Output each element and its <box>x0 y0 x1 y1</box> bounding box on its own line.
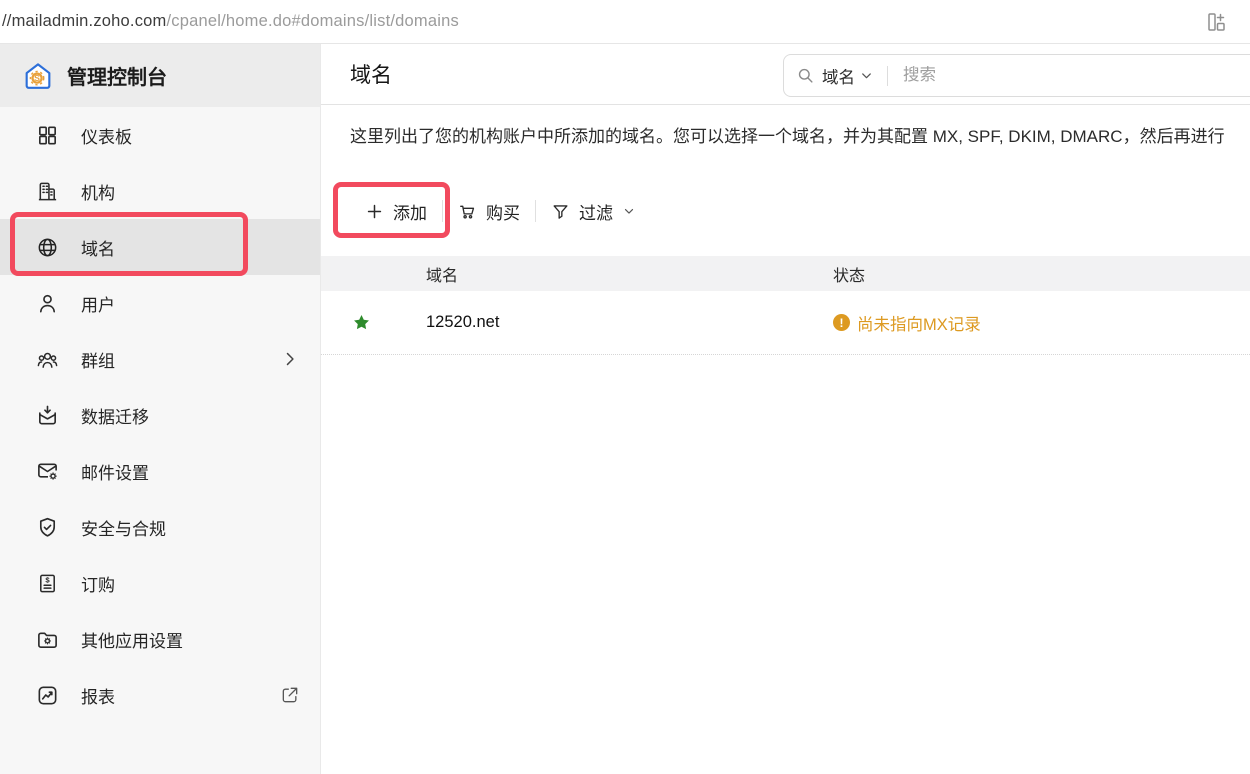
svg-text:$: $ <box>45 575 50 584</box>
sidebar-header[interactable]: S 管理控制台 <box>0 44 320 107</box>
sidebar-item-label: 邮件设置 <box>81 459 149 484</box>
sidebar-item-other-app-settings[interactable]: 其他应用设置 <box>0 611 320 667</box>
sidebar-title: 管理控制台 <box>67 61 167 90</box>
sidebar-item-users[interactable]: 用户 <box>0 275 320 331</box>
invoice-icon: $ <box>36 572 59 595</box>
table-row[interactable]: 12520.net 尚未指向MX记录 <box>321 291 1250 355</box>
sidebar-nav: 仪表板 机构 域名 用户 <box>0 107 320 723</box>
sidebar: S 管理控制台 仪表板 机构 域名 <box>0 44 321 774</box>
svg-text:S: S <box>34 73 40 83</box>
domain-column-header: 域名 <box>426 262 833 286</box>
shield-check-icon <box>36 516 59 539</box>
sidebar-item-label: 用户 <box>81 291 115 316</box>
add-button-label: 添加 <box>393 199 427 224</box>
folder-gear-icon <box>36 628 59 651</box>
groups-icon <box>36 348 59 371</box>
chevron-down-icon <box>859 68 874 83</box>
sidebar-item-label: 仪表板 <box>81 123 132 148</box>
default-domain-star-icon[interactable] <box>352 313 371 332</box>
filter-button[interactable]: 过滤 <box>551 199 636 224</box>
add-domain-button[interactable]: 添加 <box>365 199 427 224</box>
toolbar-divider <box>442 200 443 222</box>
page-description: 这里列出了您的机构账户中所添加的域名。您可以选择一个域名，并为其配置 MX, S… <box>350 126 1250 148</box>
browser-url-bar[interactable]: //mailadmin.zoho.com/cpanel/home.do#doma… <box>0 0 1250 44</box>
mail-import-icon <box>36 404 59 427</box>
main-header: 域名 域名 <box>321 44 1250 105</box>
status-text: 尚未指向MX记录 <box>857 311 981 335</box>
funnel-icon <box>551 202 570 221</box>
toolbar: 添加 购买 过滤 <box>365 196 636 226</box>
search-category-label: 域名 <box>822 64 855 88</box>
mail-settings-icon <box>36 460 59 483</box>
status-column-header: 状态 <box>833 262 1250 286</box>
sidebar-item-groups[interactable]: 群组 <box>0 331 320 387</box>
chevron-right-icon <box>280 349 300 369</box>
chevron-down-icon <box>622 204 636 218</box>
sidebar-item-label: 域名 <box>81 235 115 260</box>
sidebar-item-label: 订购 <box>81 571 115 596</box>
app-viewport: //mailadmin.zoho.com/cpanel/home.do#doma… <box>0 0 1250 774</box>
search-icon <box>796 66 815 85</box>
browser-extension-icon[interactable] <box>1204 10 1228 34</box>
sidebar-item-security-compliance[interactable]: 安全与合规 <box>0 499 320 555</box>
sidebar-item-dashboard[interactable]: 仪表板 <box>0 107 320 163</box>
url-path: /cpanel/home.do#domains/list/domains <box>166 12 458 30</box>
sidebar-item-label: 群组 <box>81 347 115 372</box>
search-divider <box>887 66 888 86</box>
domains-table: 域名 状态 12520.net 尚未指向MX记录 <box>321 256 1250 355</box>
sidebar-item-organization[interactable]: 机构 <box>0 163 320 219</box>
external-link-icon <box>280 685 300 705</box>
search-input[interactable] <box>903 66 1247 85</box>
warning-icon <box>833 314 850 331</box>
sidebar-item-domains[interactable]: 域名 <box>0 219 320 275</box>
buy-domain-button[interactable]: 购买 <box>458 199 520 224</box>
page-title: 域名 <box>350 59 392 89</box>
sidebar-item-label: 机构 <box>81 179 115 204</box>
sidebar-item-subscription[interactable]: $ 订购 <box>0 555 320 611</box>
buy-button-label: 购买 <box>486 199 520 224</box>
toolbar-divider <box>535 200 536 222</box>
url-text[interactable]: //mailadmin.zoho.com/cpanel/home.do#doma… <box>0 12 459 31</box>
cart-icon <box>458 202 477 221</box>
table-header-row: 域名 状态 <box>321 256 1250 291</box>
dashboard-icon <box>36 124 59 147</box>
domain-status: 尚未指向MX记录 <box>833 311 1250 335</box>
main-content: 域名 域名 这里列出了您的机构账户中所添加的域名。您可以选择一个域名，并为其配置… <box>321 44 1250 774</box>
sidebar-item-mail-settings[interactable]: 邮件设置 <box>0 443 320 499</box>
plus-icon <box>365 202 384 221</box>
filter-button-label: 过滤 <box>579 199 613 224</box>
admin-console-logo-icon: S <box>22 60 54 92</box>
sidebar-item-label: 其他应用设置 <box>81 627 183 652</box>
sidebar-item-label: 安全与合规 <box>81 515 166 540</box>
organization-icon <box>36 180 59 203</box>
user-icon <box>36 292 59 315</box>
search-box[interactable]: 域名 <box>783 54 1250 97</box>
search-category-dropdown[interactable]: 域名 <box>822 64 874 88</box>
sidebar-item-label: 报表 <box>81 683 115 708</box>
domain-name-link[interactable]: 12520.net <box>426 313 499 331</box>
sidebar-item-data-migration[interactable]: 数据迁移 <box>0 387 320 443</box>
sidebar-item-label: 数据迁移 <box>81 403 149 428</box>
url-host: //mailadmin.zoho.com <box>2 12 166 30</box>
reports-chart-icon <box>36 684 59 707</box>
sidebar-item-reports[interactable]: 报表 <box>0 667 320 723</box>
globe-icon <box>36 236 59 259</box>
